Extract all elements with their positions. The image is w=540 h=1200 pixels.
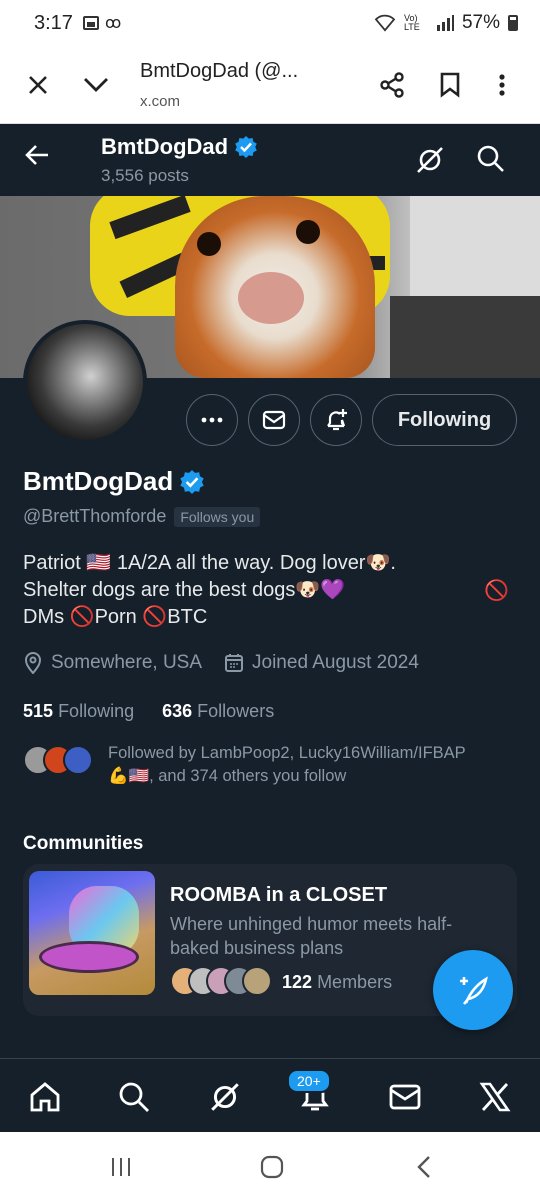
notifications-badge: 20+ — [287, 1069, 331, 1093]
voicemail-icon: ꝏ — [104, 15, 122, 32]
grok-icon[interactable] — [414, 144, 446, 181]
gallery-icon — [82, 16, 99, 30]
more-horizontal-icon — [201, 417, 223, 423]
display-name: BmtDogDad — [23, 466, 174, 496]
page-url: x.com — [140, 92, 181, 110]
community-name: ROOMBA in a CLOSET — [170, 884, 388, 906]
communities-heading: Communities — [23, 833, 144, 854]
profile-header: BmtDogDad 3,556 posts — [0, 124, 540, 196]
home-button-icon[interactable] — [257, 1152, 287, 1182]
browser-title[interactable]: BmtDogDad (@... x.com — [140, 60, 370, 110]
browser-toolbar: BmtDogDad (@... x.com — [0, 46, 540, 124]
community-description: Where unhinged humor meets half-baked bu… — [170, 914, 453, 958]
profile-avatar[interactable] — [23, 320, 147, 444]
bio-line: Patriot 🇺🇸 1A/2A all the way. Dog lover🐶… — [23, 552, 396, 574]
status-time: 3:17 — [34, 11, 73, 34]
member-avatar-stack — [170, 966, 280, 998]
compose-post-button[interactable] — [433, 950, 513, 1030]
back-arrow-icon[interactable] — [22, 140, 52, 175]
community-members: 122 Members — [170, 966, 392, 998]
home-icon[interactable] — [25, 1077, 65, 1117]
mail-icon — [262, 410, 286, 430]
back-button-icon[interactable] — [409, 1152, 439, 1182]
community-image — [29, 871, 155, 995]
followed-by-text: 💪🇺🇸, and 374 others you follow — [108, 767, 347, 785]
profile-meta: Somewhere, USA Joined August 2024 — [23, 652, 441, 674]
follow-counts: 515 Following 636 Followers — [23, 701, 274, 722]
network-label: Vo) LTE — [403, 13, 420, 32]
following-button[interactable]: Following — [372, 394, 517, 446]
post-count: 3,556 posts — [101, 166, 189, 185]
location-text: Somewhere, USA — [51, 652, 203, 673]
header-name: BmtDogDad — [101, 134, 229, 159]
joined-text: Joined August 2024 — [252, 652, 419, 673]
avatar — [242, 966, 272, 996]
search-icon[interactable] — [114, 1077, 154, 1117]
bookmark-icon[interactable] — [428, 63, 472, 107]
recent-apps-icon[interactable] — [106, 1152, 136, 1182]
system-navigation — [0, 1132, 540, 1200]
user-handle: @BrettThomforde — [23, 506, 167, 526]
page-title: BmtDogDad (@... — [140, 59, 299, 82]
more-vertical-icon[interactable] — [480, 63, 524, 107]
more-options-button[interactable] — [186, 394, 238, 446]
verified-badge-icon — [235, 136, 257, 158]
message-button[interactable] — [248, 394, 300, 446]
calendar-icon — [225, 654, 244, 672]
messages-icon[interactable] — [385, 1077, 425, 1117]
member-label: Members — [317, 971, 393, 992]
bio-line: Shelter dogs are the best dogs🐶💜 — [23, 579, 346, 601]
notify-button[interactable] — [310, 394, 362, 446]
battery-percent: 57% — [461, 12, 500, 33]
following-count-link[interactable]: 515 Following — [23, 701, 134, 722]
bio-prohibited-emoji: 🚫 — [484, 580, 509, 602]
signal-icon — [436, 15, 454, 31]
profile-bio: Patriot 🇺🇸 1A/2A all the way. Dog lover🐶… — [23, 550, 523, 631]
x-logo-icon[interactable] — [475, 1077, 515, 1117]
chevron-down-icon[interactable] — [74, 63, 118, 107]
share-icon[interactable] — [370, 63, 414, 107]
avatar — [63, 745, 93, 775]
close-icon[interactable] — [16, 63, 60, 107]
followers-count-link[interactable]: 636 Followers — [162, 701, 274, 722]
search-icon[interactable] — [476, 144, 506, 179]
follower-avatar-stack — [23, 745, 95, 777]
member-count: 122 — [282, 971, 313, 992]
compose-feather-icon — [460, 976, 488, 1005]
battery-icon — [508, 15, 518, 31]
grok-icon[interactable] — [205, 1077, 245, 1117]
follows-you-badge: Follows you — [174, 506, 261, 527]
bell-plus-icon — [327, 409, 347, 431]
followed-by[interactable]: Followed by LambPoop2, Lucky16William/IF… — [23, 742, 523, 788]
bio-line: DMs 🚫Porn 🚫BTC — [23, 606, 208, 628]
verified-badge-icon[interactable] — [179, 469, 205, 495]
bottom-navigation: 20+ — [0, 1058, 540, 1132]
followed-by-text: Followed by LambPoop2, Lucky16William/IF… — [108, 744, 466, 762]
location-icon — [24, 652, 42, 674]
status-bar: 3:17 ꝏ Vo) LTE 57% — [0, 0, 540, 46]
wifi-icon — [374, 14, 396, 32]
